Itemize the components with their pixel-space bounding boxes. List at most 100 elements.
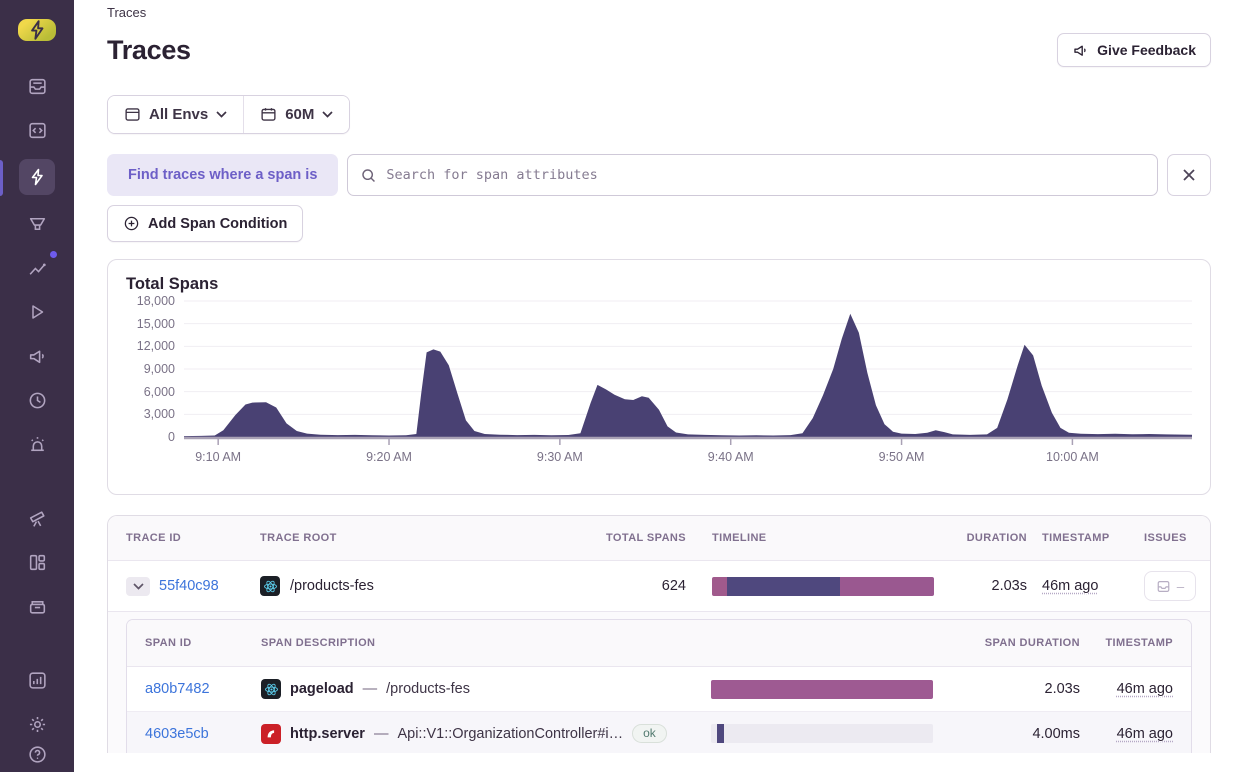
ruby-platform-icon	[261, 724, 281, 744]
span-operation: pageload	[290, 681, 354, 697]
trace-root-name: /products-fes	[290, 578, 374, 594]
time-range-selector-label: 60M	[285, 106, 314, 123]
trace-issues-button[interactable]: –	[1144, 571, 1196, 601]
chevron-down-icon	[322, 111, 333, 118]
breadcrumb[interactable]: Traces	[107, 0, 146, 20]
explore-icon	[27, 120, 48, 141]
chart-body: 03,0006,0009,00012,00015,00018,000	[126, 296, 1192, 446]
trace-timestamp[interactable]: 46m ago	[1042, 578, 1098, 594]
sidebar-item-alerts[interactable]	[19, 429, 55, 459]
x-tick-label: 9:50 AM	[879, 450, 925, 464]
sidebar-item-help[interactable]	[19, 739, 55, 769]
span-timestamp[interactable]: 46m ago	[1117, 726, 1173, 742]
x-tick-label: 9:30 AM	[537, 450, 583, 464]
span-description: Api::V1::OrganizationController#i…	[397, 726, 623, 742]
total-spans-chart-panel: Total Spans 03,0006,0009,00012,00015,000…	[107, 259, 1211, 495]
sidebar-item-insights[interactable]	[19, 253, 55, 283]
sidebar-item-crons[interactable]	[19, 385, 55, 415]
col-span-duration: SPAN DURATION	[933, 637, 1080, 649]
close-icon	[1182, 168, 1196, 182]
sentry-logo[interactable]	[18, 19, 56, 41]
span-duration: 4.00ms	[933, 726, 1080, 742]
span-search-box	[347, 154, 1158, 196]
sidebar-item-replays[interactable]	[19, 297, 55, 327]
traces-table-header: TRACE ID TRACE ROOT TOTAL SPANS TIMELINE…	[108, 516, 1210, 561]
y-tick-label: 12,000	[137, 339, 175, 353]
app-root: Traces Traces Give Feedback All Envs	[0, 0, 1244, 772]
span-timestamp[interactable]: 46m ago	[1117, 681, 1173, 697]
profiling-icon	[27, 214, 48, 235]
plus-circle-icon	[123, 215, 140, 232]
sidebar-item-releases[interactable]	[19, 591, 55, 621]
separator: —	[363, 681, 378, 697]
environment-selector[interactable]: All Envs	[108, 96, 243, 133]
span-row[interactable]: 4603e5cb http.server — Api::V1::Organiza…	[127, 711, 1191, 753]
dashboards-icon	[27, 552, 48, 573]
chart-y-axis-labels: 03,0006,0009,00012,00015,00018,000	[126, 296, 184, 446]
spans-table-header: SPAN ID SPAN DESCRIPTION SPAN DURATION T…	[127, 620, 1191, 667]
sidebar-item-profiling[interactable]	[19, 209, 55, 239]
chart-title: Total Spans	[126, 275, 1192, 294]
chevron-down-icon	[216, 111, 227, 118]
page-header: Traces Give Feedback	[107, 33, 1211, 67]
give-feedback-button[interactable]: Give Feedback	[1057, 33, 1211, 67]
sidebar-item-feedback[interactable]	[19, 341, 55, 371]
find-traces-label: Find traces where a span is	[107, 154, 338, 196]
search-icon	[360, 167, 377, 184]
sidebar-item-traces[interactable]	[19, 159, 55, 195]
megaphone-icon	[27, 346, 48, 367]
x-tick-label: 9:10 AM	[195, 450, 241, 464]
give-feedback-label: Give Feedback	[1097, 42, 1196, 58]
environment-selector-label: All Envs	[149, 106, 208, 123]
telescope-icon	[27, 508, 48, 529]
traces-table: TRACE ID TRACE ROOT TOTAL SPANS TIMELINE…	[107, 515, 1211, 753]
span-row[interactable]: a80b7482 pageload — /products-fes	[127, 667, 1191, 711]
trace-expanded-area: SPAN ID SPAN DESCRIPTION SPAN DURATION T…	[108, 611, 1210, 753]
sidebar-item-explore[interactable]	[19, 115, 55, 145]
stats-icon	[27, 670, 48, 691]
sidebar-item-stats[interactable]	[19, 665, 55, 695]
add-span-condition-button[interactable]: Add Span Condition	[107, 205, 303, 242]
sidebar-item-issues[interactable]	[19, 71, 55, 101]
main-content: Traces Traces Give Feedback All Envs	[74, 0, 1244, 772]
traces-icon	[27, 167, 47, 187]
gear-icon	[27, 714, 48, 735]
add-span-condition-label: Add Span Condition	[148, 216, 287, 232]
clear-search-button[interactable]	[1167, 154, 1211, 196]
time-range-selector[interactable]: 60M	[244, 96, 349, 133]
span-search-input[interactable]	[386, 167, 1145, 183]
page-title: Traces	[107, 35, 191, 66]
trace-id-link[interactable]: 55f40c98	[159, 578, 219, 594]
sidebar-item-settings[interactable]	[19, 709, 55, 739]
chart-x-axis-labels: 9:10 AM9:20 AM9:30 AM9:40 AM9:50 AM10:00…	[184, 446, 1192, 468]
y-tick-label: 15,000	[137, 317, 175, 331]
sidebar-item-discover[interactable]	[19, 503, 55, 533]
span-id-link[interactable]: 4603e5cb	[145, 726, 209, 742]
span-id-link[interactable]: a80b7482	[145, 681, 210, 697]
trace-row[interactable]: 55f40c98 /products-fes 624 2.03s 46m ago	[108, 561, 1210, 611]
y-tick-label: 18,000	[137, 294, 175, 308]
insights-notification-dot	[49, 250, 58, 259]
col-duration: DURATION	[934, 532, 1027, 544]
sidebar-footer	[0, 739, 74, 772]
trace-timeline-bar	[712, 577, 934, 596]
spans-table: SPAN ID SPAN DESCRIPTION SPAN DURATION T…	[126, 619, 1192, 753]
trace-duration: 2.03s	[934, 578, 1027, 594]
total-spans-area-chart	[184, 296, 1192, 446]
col-timestamp: TIMESTAMP	[1042, 532, 1144, 544]
issues-icon	[27, 76, 48, 97]
insights-icon	[27, 258, 48, 279]
col-trace-id: TRACE ID	[126, 532, 260, 544]
sidebar-nav	[0, 71, 74, 739]
help-icon	[27, 744, 48, 765]
span-description: /products-fes	[386, 681, 470, 697]
calendar-icon	[260, 106, 277, 123]
sidebar	[0, 0, 74, 772]
collapse-trace-button[interactable]	[126, 577, 150, 596]
releases-icon	[27, 596, 48, 617]
sidebar-item-dashboards[interactable]	[19, 547, 55, 577]
chart-plot-area[interactable]	[184, 296, 1192, 446]
span-duration-bar	[711, 724, 933, 743]
col-timeline: TIMELINE	[712, 532, 934, 544]
col-trace-root: TRACE ROOT	[260, 532, 576, 544]
